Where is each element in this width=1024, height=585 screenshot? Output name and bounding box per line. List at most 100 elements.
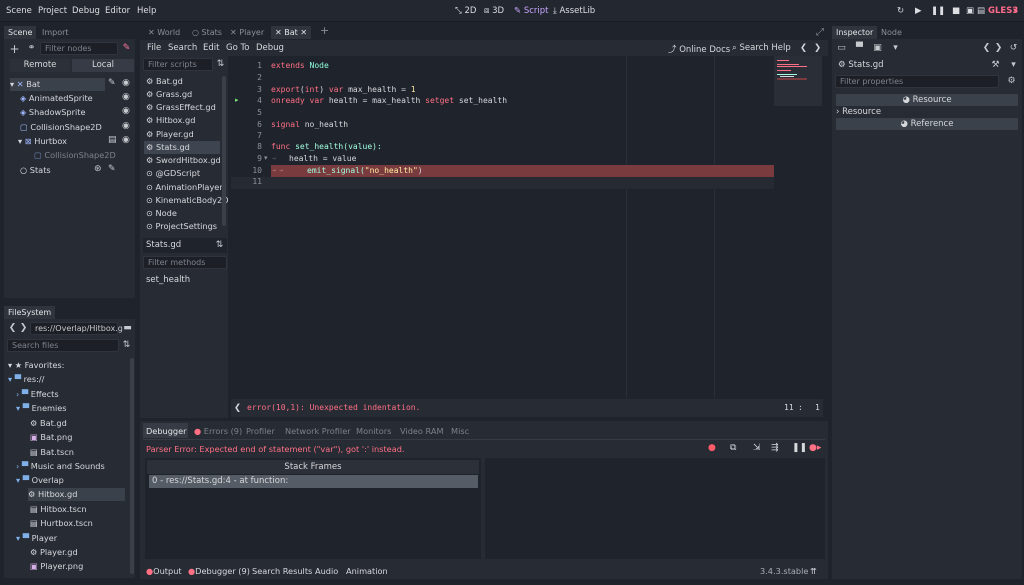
play-icon[interactable]: ▶ <box>915 6 922 16</box>
local-button[interactable]: Local <box>72 59 134 72</box>
online-docs-button[interactable]: ⤴ Online Docs <box>668 43 730 55</box>
tab-errors[interactable]: ● Errors (9) <box>194 426 242 436</box>
resource-section[interactable]: › Resource <box>836 106 1018 118</box>
script-item-hitbox[interactable]: ⚙ Hitbox.gd <box>144 114 220 127</box>
filesystem-scrollbar[interactable] <box>130 358 134 574</box>
filter-nodes-input[interactable]: Filter nodes <box>40 42 118 55</box>
wrench-icon[interactable]: ⚒ <box>990 60 1001 71</box>
bottom-tab-animation[interactable]: Animation <box>346 566 388 576</box>
filter-methods-input[interactable]: Filter methods <box>143 256 227 269</box>
script-item-grasseffect[interactable]: ⚙ GrassEffect.gd <box>144 101 220 114</box>
folder-enemies[interactable]: ▾ ▀ Enemies <box>16 402 67 415</box>
workspace-script-button[interactable]: ✎ Script <box>514 6 548 16</box>
bottom-tab-debugger[interactable]: ●Debugger (9) <box>188 566 250 576</box>
tree-node-collisionshape2d[interactable]: ▢ CollisionShape2D <box>20 121 102 134</box>
stack-frame-row[interactable]: 0 - res://Stats.gd:4 - at function: <box>149 475 478 488</box>
break-icon[interactable]: ❚❚ <box>792 443 807 453</box>
fold-icon[interactable]: ▾ <box>264 154 268 162</box>
save-icon[interactable]: ▣ <box>872 43 883 54</box>
script-attach-icon[interactable]: ✎ <box>121 43 132 54</box>
visibility-icon[interactable]: ◉ <box>122 121 130 131</box>
pin-icon[interactable]: ⇈ <box>810 566 817 576</box>
tab-world[interactable]: ✕ World <box>144 26 184 39</box>
tab-player[interactable]: ✕ Player <box>226 26 268 39</box>
file-bat-gd[interactable]: ⚙ Bat.gd <box>30 417 67 430</box>
tab-video-ram[interactable]: Video RAM <box>400 426 444 436</box>
tab-network-profiler[interactable]: Network Profiler <box>285 426 351 436</box>
next-history-icon[interactable]: ❯ <box>993 43 1004 54</box>
split-mode-icon[interactable]: ▬ <box>122 323 133 334</box>
tab-stats[interactable]: ○ Stats <box>188 26 226 39</box>
path-field[interactable]: res://Overlap/Hitbox.g <box>30 322 123 335</box>
open-folder-icon[interactable]: ▀ <box>854 43 865 54</box>
chevron-down-icon[interactable]: ▾ <box>1013 6 1017 16</box>
script-item-grass[interactable]: ⚙ Grass.gd <box>144 88 220 101</box>
bottom-tab-audio[interactable]: Audio <box>315 566 338 576</box>
sort-icon[interactable]: ⇅ <box>121 340 132 351</box>
tab-misc[interactable]: Misc <box>451 426 469 436</box>
play-scene-icon[interactable]: ▣ <box>966 6 974 16</box>
folder-effects[interactable]: › ▀ Effects <box>16 388 59 401</box>
visibility-icon[interactable]: ◉ <box>122 135 130 145</box>
script-list-scrollbar[interactable] <box>222 76 226 226</box>
reload-icon[interactable]: ↻ <box>897 6 904 16</box>
play-custom-icon[interactable]: ▤ <box>977 6 985 16</box>
file-bat-tscn[interactable]: ▤ Bat.tscn <box>30 446 74 459</box>
sort-methods-icon[interactable]: ⇅ <box>214 240 225 251</box>
tab-inspector[interactable]: Inspector <box>832 26 878 39</box>
script-menu-goto[interactable]: Go To <box>226 43 249 53</box>
continue-icon[interactable]: ●▸ <box>809 443 821 453</box>
tab-scene[interactable]: Scene <box>4 26 37 39</box>
filter-scripts-input[interactable]: Filter scripts <box>143 58 213 71</box>
doc-item-projectsettings[interactable]: ⊙ ProjectSettings <box>144 220 220 233</box>
tab-filesystem[interactable]: FileSystem <box>4 306 56 319</box>
record-icon[interactable]: ● <box>708 443 716 453</box>
script-menu-search[interactable]: Search <box>168 43 197 53</box>
history-icon[interactable]: ↺ <box>1008 43 1019 54</box>
toggle-scripts-icon[interactable]: ❮ <box>234 403 241 413</box>
file-bat-png[interactable]: ▣ Bat.png <box>30 431 72 444</box>
tree-node-shadowsprite[interactable]: ◈ ShadowSprite <box>20 106 86 119</box>
distraction-free-icon[interactable]: ⤢ <box>812 26 828 39</box>
menu-debug[interactable]: Debug <box>72 6 100 16</box>
copy-icon[interactable]: ⧉ <box>730 443 736 453</box>
file-hurtbox-tscn[interactable]: ▤ Hurtbox.tscn <box>30 517 93 530</box>
folder-music[interactable]: › ▀ Music and Sounds <box>16 460 105 473</box>
pause-icon[interactable]: ❚❚ <box>931 6 945 16</box>
filter-properties-input[interactable]: Filter properties <box>835 75 999 88</box>
visibility-icon[interactable]: ◉ <box>122 92 130 102</box>
workspace-3d-button[interactable]: ⧈ 3D <box>484 6 504 16</box>
file-hitbox-gd[interactable]: ⚙ Hitbox.gd <box>28 488 125 501</box>
script-item-swordhitbox[interactable]: ⚙ SwordHitbox.gd <box>144 154 221 167</box>
workspace-2d-button[interactable]: ⤡ 2D <box>455 6 476 16</box>
script-item-stats[interactable]: ⚙ Stats.gd <box>144 141 220 154</box>
script-menu-debug[interactable]: Debug <box>256 43 284 53</box>
back-icon[interactable]: ❮ <box>7 323 18 334</box>
tree-node-stats[interactable]: ○ Stats <box>20 164 51 177</box>
menu-editor[interactable]: Editor <box>105 6 130 16</box>
tools-icon[interactable]: ⚙ <box>1006 76 1017 87</box>
step-into-icon[interactable]: ⇲ <box>753 443 761 453</box>
doc-item-gdscript[interactable]: ⊙ @GDScript <box>144 167 220 180</box>
tab-import[interactable]: Import <box>38 26 73 39</box>
next-icon[interactable]: ❯ <box>814 43 821 53</box>
bottom-tab-output[interactable]: ●Output <box>146 566 182 576</box>
add-node-icon[interactable]: + <box>9 43 20 55</box>
tree-node-bat[interactable]: ▾ ✕ Bat <box>10 78 105 91</box>
close-icon[interactable]: ✕ <box>300 28 307 37</box>
favorites[interactable]: ▾ ★ Favorites: <box>8 359 64 372</box>
tab-bat[interactable]: ✕ Bat ✕ <box>271 26 312 39</box>
tree-node-collisionshape2d-child[interactable]: ▢ CollisionShape2D <box>34 149 116 162</box>
dropdown-icon[interactable]: ▾ <box>890 43 901 54</box>
stop-icon[interactable]: ■ <box>952 6 960 16</box>
script-menu-edit[interactable]: Edit <box>203 43 219 53</box>
signal-icon[interactable]: ⊛ <box>94 164 102 174</box>
object-dropdown-icon[interactable]: ▾ <box>1008 60 1019 71</box>
tab-debugger[interactable]: Debugger <box>146 426 187 436</box>
scene-instance-icon[interactable]: ▤ <box>108 135 117 145</box>
doc-item-kinematicbody2d[interactable]: ⊙ KinematicBody2D <box>144 194 229 207</box>
file-player-png[interactable]: ▣ Player.png <box>30 560 83 573</box>
bottom-tab-search-results[interactable]: Search Results <box>252 566 312 576</box>
file-player-gd[interactable]: ⚙ Player.gd <box>30 546 78 559</box>
file-hitbox-tscn[interactable]: ▤ Hitbox.tscn <box>30 503 87 516</box>
